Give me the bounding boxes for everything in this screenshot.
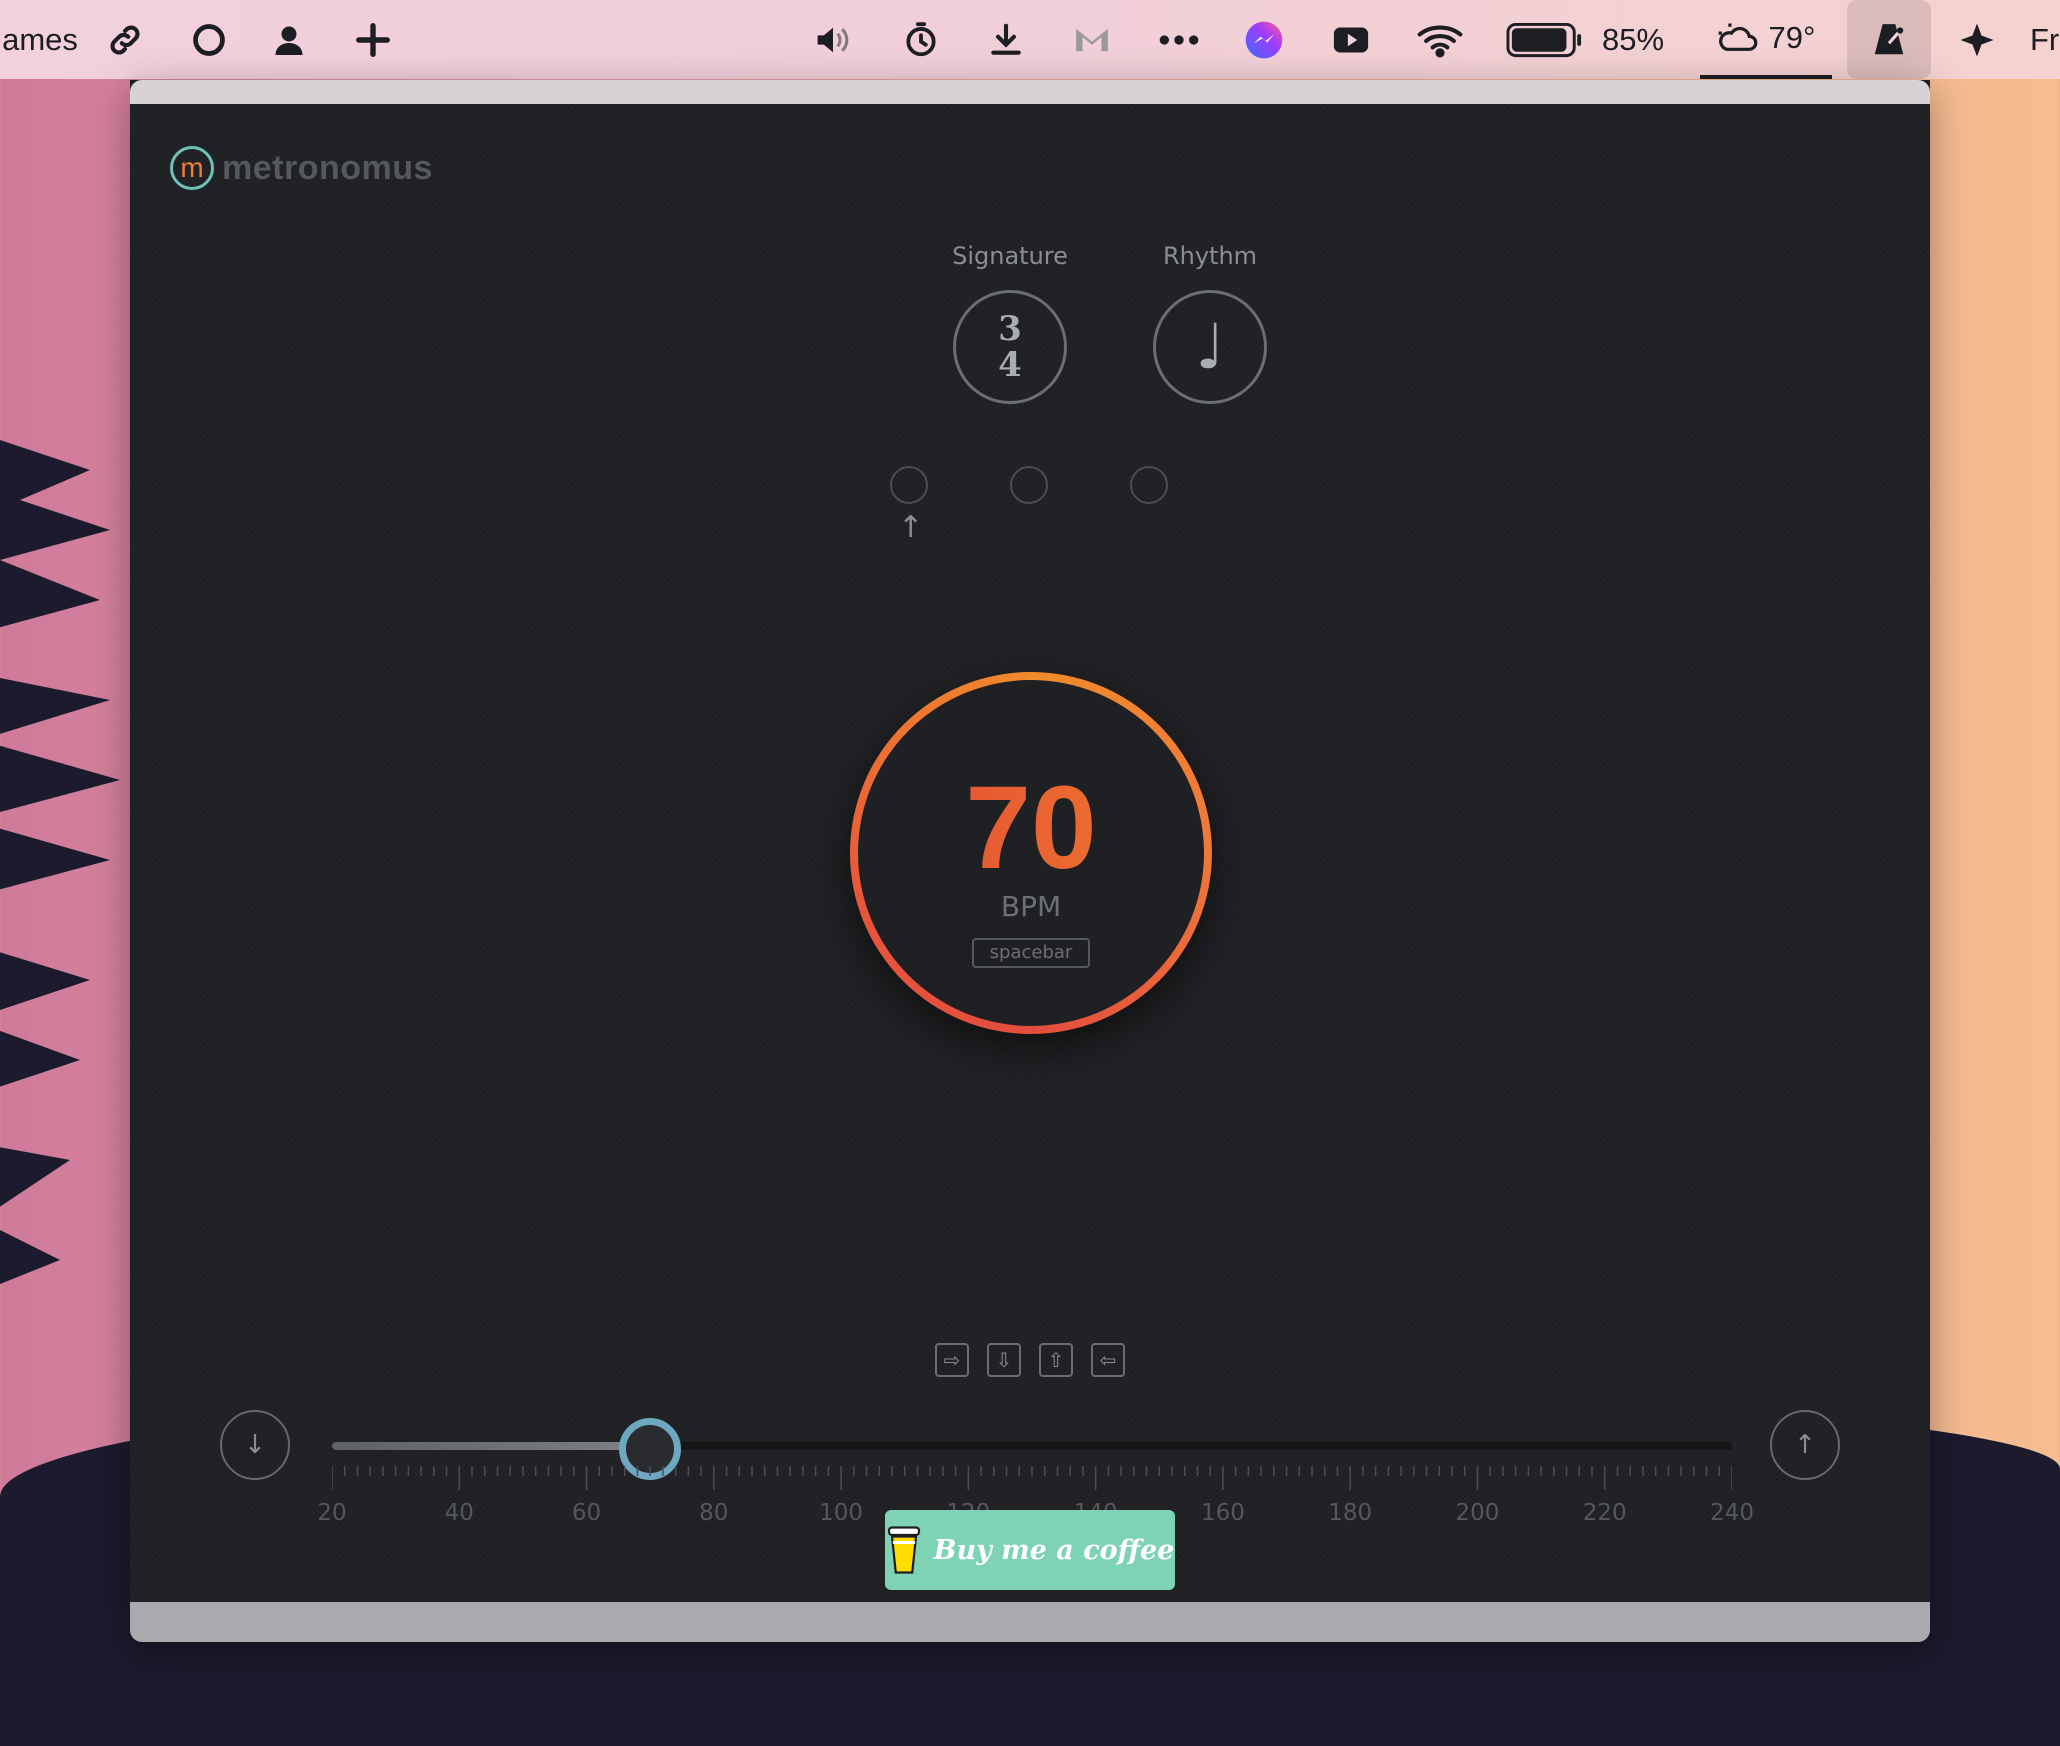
- tick-label: 180: [1328, 1500, 1373, 1526]
- beat-indicator-3[interactable]: [1130, 466, 1168, 504]
- right-arrow-key-icon: ⇨: [935, 1343, 969, 1377]
- weather-widget[interactable]: 79°: [1700, 0, 1832, 79]
- menubar-app-name[interactable]: ames: [0, 0, 80, 79]
- menubar-app-name-label: ames: [2, 21, 78, 57]
- tick-label: 100: [819, 1500, 864, 1526]
- tick-label: 20: [317, 1500, 347, 1526]
- increase-arrow-icon: ↑: [1794, 1430, 1816, 1460]
- down-arrow-key-icon: ⇩: [987, 1343, 1021, 1377]
- increase-tempo-button[interactable]: ↑: [1770, 1410, 1840, 1480]
- rhythm-label: Rhythm: [1162, 242, 1258, 270]
- brand-logo-mark: m: [170, 146, 214, 190]
- bpm-unit: BPM: [1000, 890, 1062, 923]
- tempo-slider-ticks: [332, 1466, 1732, 1490]
- weather-icon: [1718, 22, 1757, 51]
- brand-logo[interactable]: m metronomus: [170, 146, 433, 190]
- tick-label: 160: [1200, 1500, 1245, 1526]
- signature-label: Signature: [952, 242, 1068, 270]
- buy-me-a-coffee-button[interactable]: Buy me a coffee: [885, 1510, 1175, 1590]
- signature-denominator: 4: [998, 345, 1022, 385]
- decrease-tempo-button[interactable]: ↓: [220, 1410, 290, 1480]
- download-icon[interactable]: [981, 0, 1031, 79]
- menu-bar: ames 85% 79° Fr: [0, 0, 2060, 79]
- more-icon[interactable]: [1154, 0, 1204, 79]
- battery-percent: 85%: [1598, 0, 1668, 79]
- plus-icon[interactable]: [348, 0, 398, 79]
- rhythm-button[interactable]: ♩: [1153, 290, 1267, 404]
- brand-name: metronomus: [222, 148, 433, 187]
- window-top-bar: [130, 80, 1930, 104]
- coffee-button-label: Buy me a coffee: [933, 1534, 1175, 1566]
- gmail-icon[interactable]: [1067, 0, 1117, 79]
- tick-label: 240: [1710, 1500, 1754, 1526]
- tempo-slider-fill: [332, 1442, 651, 1450]
- accent-arrow-icon: ↑: [898, 510, 924, 545]
- bpm-value: 70: [858, 768, 1204, 888]
- sparkle-icon[interactable]: [1952, 0, 2002, 79]
- tick-label: 80: [699, 1500, 729, 1526]
- beat-indicator-2[interactable]: [1010, 466, 1048, 504]
- left-arrow-key-icon: ⇦: [1091, 1343, 1125, 1377]
- quarter-note-icon: ♩: [1195, 310, 1225, 383]
- youtube-icon[interactable]: [1326, 0, 1376, 79]
- link-icon[interactable]: [100, 0, 150, 79]
- beat-indicator-1[interactable]: [890, 466, 928, 504]
- metronome-app: m metronomus Signature 3 4 Rhythm ♩ ↑ 70…: [130, 104, 1930, 1602]
- signature-numerator: 3: [998, 309, 1022, 349]
- menubar-clock[interactable]: Fr: [2030, 0, 2060, 79]
- coffee-cup-icon: [887, 1526, 920, 1574]
- spacebar-hint: spacebar: [972, 938, 1090, 968]
- window-bottom-bar: [130, 1602, 1930, 1642]
- signature-button[interactable]: 3 4: [953, 290, 1067, 404]
- tempo-slider-track[interactable]: [332, 1442, 1732, 1450]
- browser-window: m metronomus Signature 3 4 Rhythm ♩ ↑ 70…: [130, 80, 1930, 1642]
- tick-label: 40: [444, 1500, 474, 1526]
- up-arrow-key-icon: ⇧: [1039, 1343, 1073, 1377]
- speaker-icon[interactable]: [808, 0, 858, 79]
- temperature-text: 79°: [1768, 19, 1816, 55]
- tick-label: 220: [1582, 1500, 1627, 1526]
- tick-label: 200: [1455, 1500, 1500, 1526]
- wifi-icon[interactable]: [1410, 0, 1470, 79]
- metronome-icon[interactable]: [1847, 0, 1931, 79]
- timer-icon[interactable]: [896, 0, 946, 79]
- person-icon[interactable]: [264, 0, 314, 79]
- messenger-icon[interactable]: [1239, 0, 1289, 79]
- decrease-arrow-icon: ↓: [244, 1430, 266, 1460]
- tempo-dial[interactable]: 70 BPM spacebar: [850, 672, 1212, 1034]
- circle-icon[interactable]: [184, 0, 234, 79]
- battery-icon[interactable]: [1505, 0, 1585, 79]
- tick-label: 60: [571, 1500, 602, 1526]
- menubar-clock-text: Fr: [2030, 21, 2060, 57]
- battery-percent-text: 85%: [1601, 21, 1665, 57]
- tempo-dial-face: 70 BPM spacebar: [858, 680, 1204, 1026]
